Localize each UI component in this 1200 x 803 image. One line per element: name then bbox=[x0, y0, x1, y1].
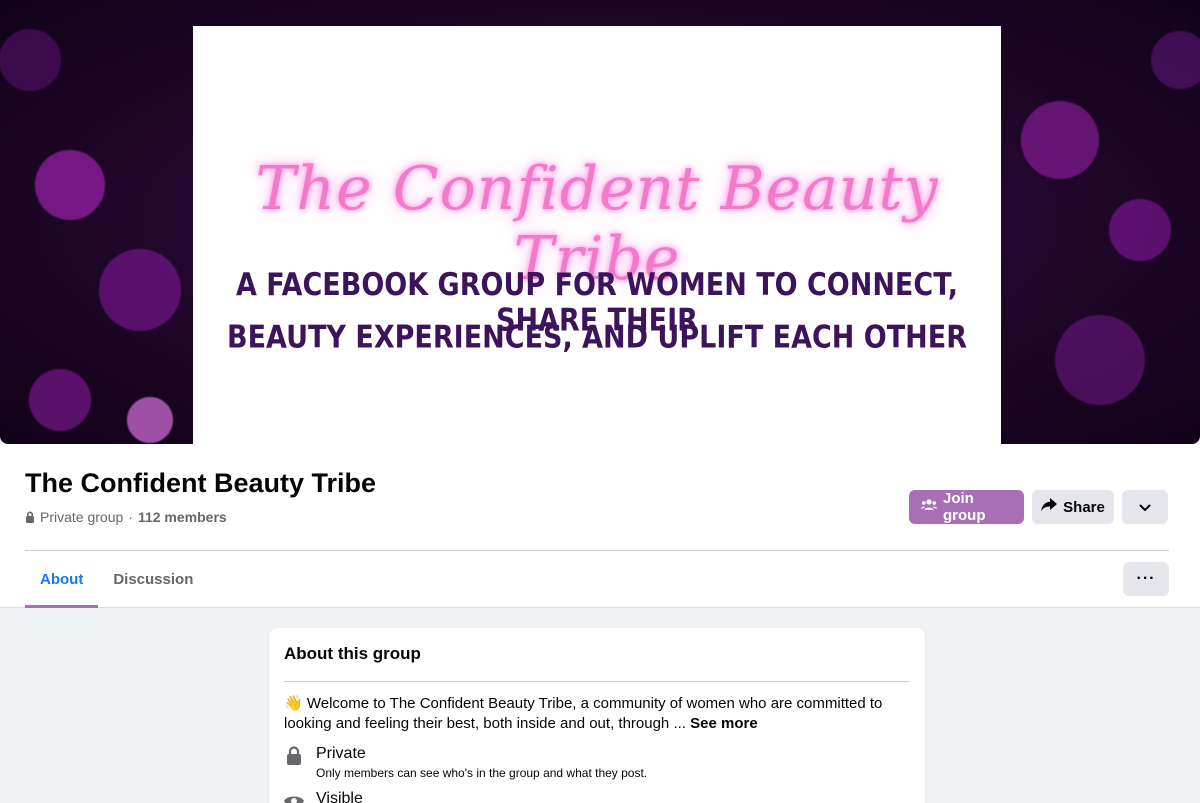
group-name[interactable]: The Confident Beauty Tribe bbox=[25, 468, 376, 499]
lock-icon bbox=[284, 744, 304, 768]
tab-about[interactable]: About bbox=[25, 551, 99, 608]
about-card: About this group 👋 Welcome to The Confid… bbox=[269, 628, 925, 803]
cover-card: The Confident Beauty Tribe A FACEBOOK GR… bbox=[193, 26, 1001, 444]
ellipsis-icon[interactable]: ··· bbox=[1123, 562, 1169, 596]
join-group-button[interactable]: Join group bbox=[909, 490, 1024, 524]
chevron-down-icon bbox=[1139, 499, 1151, 516]
group-header: The Confident Beauty Tribe Private group… bbox=[0, 444, 1200, 608]
member-count[interactable]: 112 members bbox=[138, 509, 227, 525]
share-label: Share bbox=[1063, 498, 1105, 516]
header-actions: Join group Share bbox=[909, 490, 1168, 524]
about-title: About this group bbox=[284, 644, 421, 663]
group-tabs: About Discussion bbox=[25, 551, 208, 608]
lock-icon bbox=[25, 511, 35, 523]
about-divider bbox=[284, 681, 910, 682]
members-icon bbox=[921, 498, 937, 516]
see-more-link[interactable]: See more bbox=[690, 715, 758, 732]
privacy-info-text: Private Only members can see who's in th… bbox=[316, 744, 647, 782]
privacy-title: Private bbox=[316, 745, 366, 762]
meta-separator: · bbox=[128, 509, 133, 525]
privacy-subtitle: Only members can see who's in the group … bbox=[316, 766, 648, 780]
more-options-button[interactable] bbox=[1122, 490, 1168, 524]
join-group-label: Join group bbox=[943, 490, 986, 524]
privacy-label: Private group bbox=[40, 509, 124, 525]
share-arrow-icon bbox=[1041, 498, 1058, 516]
tab-discussion[interactable]: Discussion bbox=[98, 551, 208, 608]
visibility-title: Visible bbox=[316, 790, 363, 803]
waving-hand-icon: 👋 bbox=[284, 695, 303, 712]
cover-tagline-line-2: BEAUTY EXPERIENCES, AND UPLIFT EACH OTHE… bbox=[227, 319, 967, 356]
about-description: 👋 Welcome to The Confident Beauty Tribe,… bbox=[284, 694, 894, 734]
visibility-info-row: Visible bbox=[284, 789, 363, 803]
about-description-text: Welcome to The Confident Beauty Tribe, a… bbox=[284, 695, 883, 732]
cover-photo[interactable]: The Confident Beauty Tribe A FACEBOOK GR… bbox=[0, 0, 1200, 444]
share-button[interactable]: Share bbox=[1032, 490, 1114, 524]
group-meta: Private group · 112 members bbox=[25, 509, 227, 525]
visibility-info-text: Visible bbox=[316, 789, 363, 803]
eye-icon bbox=[284, 789, 304, 803]
privacy-info-row: Private Only members can see who's in th… bbox=[284, 744, 647, 782]
